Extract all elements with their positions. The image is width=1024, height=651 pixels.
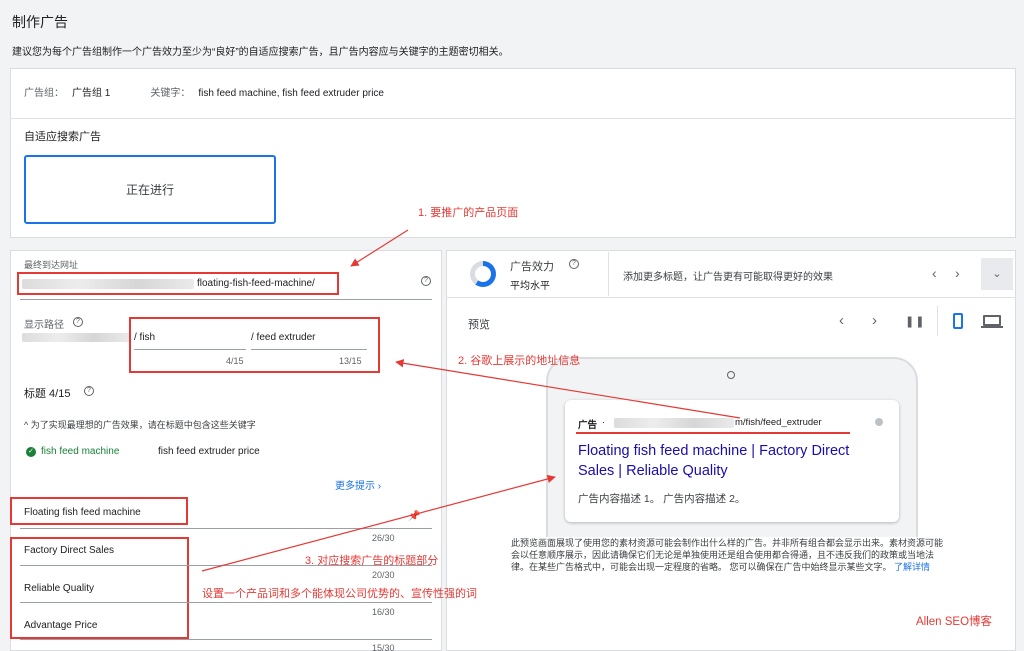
path1-input[interactable]: / fish <box>134 332 155 343</box>
watermark: Allen SEO博客 <box>916 616 993 628</box>
headline-input[interactable]: Advantage Price <box>24 620 97 631</box>
url-underline-annotation <box>576 432 850 434</box>
final-url-label: 最终到达网址 <box>24 260 79 270</box>
annotation-3b: 设置一个产品词和多个能体现公司优势的、宣传性强的词 <box>202 588 477 600</box>
headline-underline <box>20 639 432 640</box>
phone-camera <box>727 371 735 379</box>
final-url-underline <box>20 299 432 300</box>
pin-icon[interactable]: 📌 <box>408 511 420 522</box>
page-subtitle: 建议您为每个广告组制作一个广告效力至少为“良好”的自适应搜索广告，且广告内容应与… <box>12 47 509 58</box>
ad-title-link[interactable]: Floating fish feed machine | Factory Dir… <box>578 441 878 481</box>
check-icon: ✓ <box>26 447 36 457</box>
pause-icon[interactable]: ❚❚ <box>905 315 925 328</box>
blurred-domain <box>22 279 194 289</box>
ad-group-label: 广告组： <box>24 88 64 99</box>
keyword-label: 关键字： <box>150 88 191 99</box>
annotation-3: 3. 对应搜索广告的标题部分 <box>305 555 439 567</box>
chevron-right-icon[interactable]: › <box>872 312 877 329</box>
more-tips-label: 更多提示 <box>335 481 375 492</box>
learn-more-link[interactable]: 了解详情 <box>894 562 930 572</box>
chevron-down-icon[interactable]: ⌄ <box>981 258 1013 290</box>
keyword-included: fish feed machine <box>41 446 120 457</box>
preview-label: 预览 <box>468 319 490 331</box>
path2-count: 13/15 <box>339 356 362 366</box>
desktop-icon[interactable] <box>983 315 1001 326</box>
info-icon[interactable] <box>875 418 883 426</box>
ad-group-row: 广告组： 广告组 1 关键字： fish feed machine, fish fee… <box>24 84 384 99</box>
ad-strength-label: 广告效力 <box>510 261 554 273</box>
dot-separator: · <box>602 417 606 428</box>
headline-hint-text: 为了实现最理想的广告效果，请在标题中包含这些关键字 <box>30 420 256 430</box>
path2-input[interactable]: / feed extruder <box>251 332 315 343</box>
headline-hint[interactable]: ^ 为了实现最理想的广告效果，请在标题中包含这些关键字 <box>24 418 256 431</box>
ad-strength-gauge <box>470 261 496 287</box>
annotation-1: 1. 要推广的产品页面 <box>418 207 519 219</box>
headline-underline <box>20 528 432 529</box>
path2-underline <box>251 349 367 350</box>
headline-count: 20/30 <box>372 570 395 580</box>
annotation-2: 2. 谷歌上展示的地址信息 <box>458 355 581 367</box>
divider <box>937 306 938 336</box>
headline-input[interactable]: Floating fish feed machine <box>24 507 141 518</box>
ad-strength-value: 平均水平 <box>510 281 550 292</box>
help-icon[interactable]: ? <box>84 386 94 396</box>
rsa-title: 自适应搜索广告 <box>24 131 101 143</box>
rsa-status-label: 正在进行 <box>125 183 174 197</box>
headline-count: 26/30 <box>372 533 395 543</box>
mobile-icon[interactable] <box>953 313 963 329</box>
headline-count: 16/30 <box>372 607 395 617</box>
preview-note: 此预览画面展现了使用您的素材资源可能会制作出什么样的广告。并非所有组合都会显示出… <box>511 537 951 573</box>
blurred-domain <box>22 333 130 342</box>
chevron-up-icon: ^ <box>24 420 29 430</box>
desktop-icon-base <box>981 326 1003 328</box>
divider <box>446 297 1016 298</box>
preview-note-text: 此预览画面展现了使用您的素材资源可能会制作出什么样的广告。并非所有组合都会显示出… <box>511 538 944 572</box>
chevron-left-icon[interactable]: ‹ <box>932 265 937 281</box>
page-title: 制作广告 <box>12 14 68 30</box>
headlines-label: 标题 4/15 <box>24 388 71 400</box>
chevron-right-icon: › <box>377 481 382 492</box>
strength-tip: 添加更多标题，让广告更有可能取得更好的效果 <box>623 272 833 283</box>
headline-input[interactable]: Reliable Quality <box>24 583 94 594</box>
keyword-value: fish feed machine, fish feed extruder pr… <box>198 88 384 99</box>
more-tips-link[interactable]: 更多提示 › <box>335 477 381 492</box>
divider <box>10 118 1016 119</box>
headline-input[interactable]: Factory Direct Sales <box>24 545 114 556</box>
help-icon[interactable]: ? <box>73 317 83 327</box>
headline-count: 15/30 <box>372 643 395 651</box>
chevron-left-icon[interactable]: ‹ <box>839 312 844 329</box>
ad-display-url: m/fish/feed_extruder <box>735 417 822 428</box>
help-icon[interactable]: ? <box>421 276 431 286</box>
path1-count: 4/15 <box>226 356 244 366</box>
divider <box>608 252 609 296</box>
keyword-suggested: fish feed extruder price <box>158 446 260 457</box>
chevron-right-icon[interactable]: › <box>955 265 960 281</box>
ad-badge: 广告 <box>578 420 598 431</box>
blurred-domain <box>614 418 734 428</box>
display-path-label: 显示路径 <box>24 320 64 331</box>
help-icon[interactable]: ? <box>569 259 579 269</box>
final-url-input[interactable]: floating-fish-feed-machine/ <box>197 278 315 289</box>
ad-group-value: 广告组 1 <box>72 88 111 99</box>
headline-underline <box>20 602 432 603</box>
rsa-status-button[interactable]: 正在进行 <box>24 155 276 224</box>
path1-underline <box>134 349 246 350</box>
ad-description: 广告内容描述 1。 广告内容描述 2。 <box>578 493 746 505</box>
